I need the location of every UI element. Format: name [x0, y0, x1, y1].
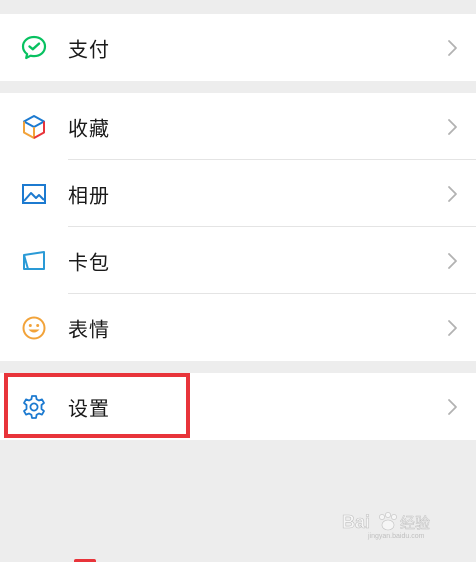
- menu-item-favorites-label: 收藏: [68, 116, 110, 140]
- svg-text:jingyan.baidu.com: jingyan.baidu.com: [367, 533, 425, 540]
- menu-item-cards[interactable]: 卡包: [0, 227, 476, 294]
- wechat-pay-icon: [20, 34, 48, 62]
- features-group: 收藏 相册 卡包 表情: [0, 93, 476, 361]
- settings-highlight-box: [4, 373, 190, 438]
- menu-item-favorites[interactable]: 收藏: [0, 93, 476, 160]
- chevron-right-icon: [448, 185, 457, 202]
- svg-text:Bai: Bai: [342, 512, 370, 532]
- pay-group: 支付: [0, 14, 476, 81]
- menu-item-stickers[interactable]: 表情: [0, 294, 476, 361]
- chevron-right-icon: [448, 39, 457, 56]
- menu-item-pay[interactable]: 支付: [0, 14, 476, 81]
- chevron-right-icon: [448, 118, 457, 135]
- card-wallet-icon: [20, 247, 48, 275]
- album-image-icon: [20, 180, 48, 208]
- menu-item-album[interactable]: 相册: [0, 160, 476, 227]
- chevron-right-icon: [448, 319, 457, 336]
- emoji-smile-icon: [20, 314, 48, 342]
- section-gap: [0, 81, 476, 93]
- favorites-cube-icon: [20, 113, 48, 141]
- section-gap: [0, 361, 476, 373]
- baidu-jingyan-watermark-logo: Bai 经验 jingyan.baidu.com: [342, 512, 430, 540]
- svg-text:经验: 经验: [400, 514, 430, 532]
- top-gap: [0, 0, 476, 14]
- menu-item-cards-label: 卡包: [68, 250, 110, 274]
- menu-item-album-label: 相册: [68, 183, 110, 207]
- menu-item-stickers-label: 表情: [68, 317, 110, 341]
- chevron-right-icon: [448, 398, 457, 415]
- menu-item-pay-label: 支付: [68, 37, 110, 61]
- chevron-right-icon: [448, 252, 457, 269]
